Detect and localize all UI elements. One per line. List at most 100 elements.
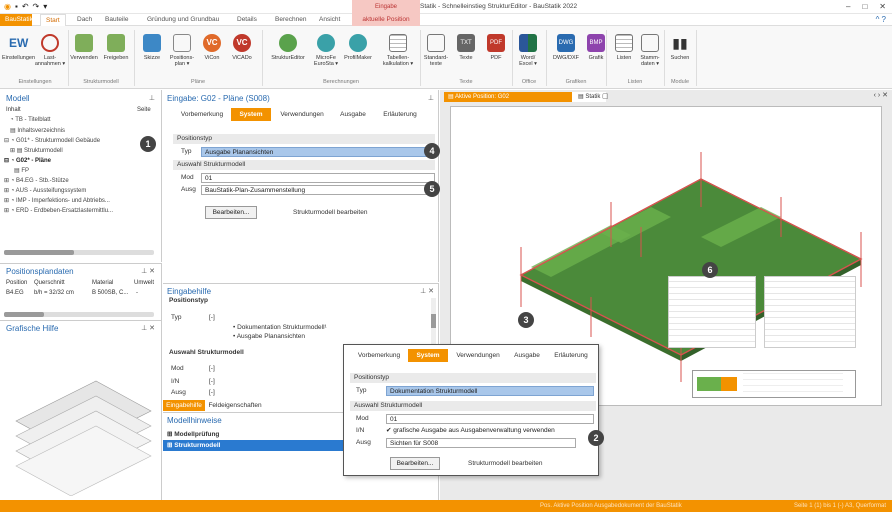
tab-aktive-position[interactable]: ▤ Aktive Position: G02	[444, 92, 572, 102]
hint-item-modellpruefung[interactable]: ⊞ Modellprüfung	[167, 430, 219, 438]
tree-item[interactable]: ◔ TB - Titelblatt	[10, 117, 51, 123]
help-icon[interactable]: ^ ?	[876, 15, 886, 24]
scrollbar-thumb[interactable]	[431, 314, 436, 328]
pin-close-icon[interactable]: ⊥ ✕	[141, 324, 155, 332]
view-nav-icons[interactable]: ‹ › ✕	[874, 91, 888, 99]
freigeben-button[interactable]: Freigeben	[100, 34, 132, 61]
cell-querschnitt[interactable]: b/h = 32/32 cm	[34, 290, 74, 296]
title-bar: ◉ ▪ ↶ ↷ ▾ Statik - Schnelleinstieg Struk…	[0, 0, 892, 14]
popup-typ-select[interactable]: Dokumentation Strukturmodell	[386, 386, 594, 396]
tab-details[interactable]: Details	[232, 14, 262, 26]
redo-icon[interactable]: ↷	[33, 2, 40, 11]
dwg-icon: DWG	[557, 34, 575, 52]
tab-ausgabe[interactable]: Ausgabe	[333, 108, 373, 121]
tab-start[interactable]: Start	[40, 14, 66, 26]
help-heading-2: Auswahl Strukturmodell	[169, 349, 244, 356]
help-typ-value: [-]	[209, 314, 215, 321]
master-data-icon	[641, 34, 659, 52]
suchen-button[interactable]: ▮▮ Suchen	[664, 34, 696, 61]
tab-feldeigenschaften[interactable]: Feldeigenschaften	[207, 400, 263, 411]
tree-item-selected[interactable]: ⊟ ◔ G02* - Pläne	[4, 157, 51, 164]
typ-select[interactable]: Ausgabe Planansichten	[201, 147, 435, 157]
tab-aktuelle-position[interactable]: aktuelle Position	[352, 14, 420, 26]
lastannahmen-button[interactable]: Last- annahmen ▾	[34, 34, 66, 67]
popup-tab-vorbemerkung[interactable]: Vorbemerkung	[350, 349, 408, 362]
tree-item[interactable]: ⊞ ▤ Strukturmodell	[10, 147, 63, 154]
undo-icon[interactable]: ↶	[22, 2, 29, 11]
tree-item[interactable]: ▤ Inhaltsverzeichnis	[10, 127, 65, 134]
cell-umwelt[interactable]: -	[136, 290, 138, 296]
horizontal-scrollbar[interactable]	[4, 250, 154, 255]
scrollbar-thumb[interactable]	[4, 250, 74, 255]
edit-caption: Strukturmodell bearbeiten	[293, 209, 368, 216]
pin-icon[interactable]: ⊥	[149, 94, 155, 102]
word-excel-button[interactable]: Word/ Excel ▾	[512, 34, 544, 67]
texte-button[interactable]: TXT Texte	[450, 34, 482, 61]
popup-in-label: I/N	[356, 427, 365, 434]
tree-item[interactable]: ▤ FP	[14, 167, 29, 174]
popup-tab-verwendungen[interactable]: Verwendungen	[450, 349, 506, 362]
microfe-button[interactable]: MicroFe EuroSta ▾	[310, 34, 342, 67]
dwg-dxf-button[interactable]: DWG DWG/DXF	[550, 34, 582, 61]
tree-item[interactable]: ⊞ ◔ B4.EG - Stb.-Stütze	[4, 177, 69, 184]
tab-bauteile[interactable]: Bauteile	[100, 14, 134, 26]
popup-ausg-field[interactable]: Sichten für S008	[386, 438, 576, 448]
tab-eingabehilfe[interactable]: Eingabehilfe	[163, 400, 205, 411]
tree-item[interactable]: ⊟ ◔ G01* - Strukturmodell Gebäude	[4, 137, 100, 144]
positionsplan-button[interactable]: Positions- plan ▾	[166, 34, 198, 67]
einstellungen-button[interactable]: EW Einstellungen	[2, 34, 35, 61]
standardtexte-button[interactable]: Standard- texte	[420, 34, 452, 67]
popup-tab-system[interactable]: System	[408, 349, 448, 362]
new-tab-icon[interactable]: ▢	[602, 92, 609, 100]
tree-item[interactable]: ⊞ ◔ AUS - Aussteifungssystem	[4, 187, 86, 194]
window-title: Statik - Schnelleinstieg StrukturEditor …	[420, 3, 578, 10]
popup-mod-label: Mod	[356, 415, 369, 422]
close-button[interactable]: ✕	[879, 2, 886, 11]
tab-berechnen[interactable]: Berechnen	[270, 14, 311, 26]
verwenden-button[interactable]: Verwenden	[68, 34, 100, 61]
mod-select[interactable]: 01	[201, 173, 435, 183]
tab-dach[interactable]: Dach	[72, 14, 97, 26]
skizze-button[interactable]: Skizze	[136, 34, 168, 61]
popup-in-checkbox[interactable]: ✔ grafische Ausgabe aus Ausgabenverwaltu…	[386, 426, 555, 434]
tab-verwendungen[interactable]: Verwendungen	[273, 108, 331, 121]
pin-icon[interactable]: ⊥	[428, 94, 434, 102]
pin-close-icon[interactable]: ⊥ ✕	[420, 287, 434, 295]
ausg-field[interactable]: BauStatik-Plan-Zusammenstellung	[201, 185, 435, 195]
tree-item[interactable]: ⊞ ◔ IMP - Imperfektions- und Abtriebs...	[4, 197, 110, 204]
popup-tab-ausgabe[interactable]: Ausgabe	[508, 349, 546, 362]
popup-ausg-label: Ausg	[356, 439, 371, 446]
status-text-right: Seite 1 (1) bis 1 (-) A3, Querformat	[793, 503, 886, 509]
popup-bearbeiten-button[interactable]: Bearbeiten...	[390, 457, 440, 470]
minimize-button[interactable]: –	[846, 2, 850, 11]
tabellenkalkulation-button[interactable]: Tabellen- kalkulation ▾	[380, 34, 416, 67]
popup-mod-select[interactable]: 01	[386, 414, 594, 424]
popup-tab-erlaeuterung[interactable]: Erläuterung	[548, 349, 594, 362]
pin-close-icon[interactable]: ⊥ ✕	[141, 267, 155, 275]
stammdaten-button[interactable]: Stamm- daten ▾	[634, 34, 666, 67]
tab-erlaeuterung[interactable]: Erläuterung	[375, 108, 425, 121]
horizontal-scrollbar[interactable]	[4, 312, 154, 317]
maximize-button[interactable]: □	[862, 2, 867, 11]
cell-material[interactable]: B 500SB, C...	[92, 290, 128, 296]
pdf-button[interactable]: PDF PDF	[480, 34, 512, 61]
tab-vorbemerkung[interactable]: Vorbemerkung	[173, 108, 231, 121]
vicon-button[interactable]: VC ViCon	[196, 34, 228, 61]
link-icon	[75, 34, 93, 52]
graphic-help-title: Grafische Hilfe	[6, 324, 59, 333]
vicado-button[interactable]: VC ViCADo	[226, 34, 258, 61]
save-icon[interactable]: ▪	[15, 2, 18, 11]
profilmaker-button[interactable]: ProfilMaker	[340, 34, 376, 61]
tab-system[interactable]: System	[231, 108, 271, 121]
help-typ-label: Typ	[171, 314, 182, 321]
popup-typ-label: Typ	[356, 387, 367, 394]
tree-item[interactable]: ⊞ ◔ ERD - Erdbeben-Ersatzlastermittlu...	[4, 207, 113, 214]
customize-icon[interactable]: ▾	[43, 2, 47, 11]
cell-position[interactable]: B4.EG	[6, 290, 24, 296]
tab-baustatik[interactable]: BauStatik	[0, 14, 33, 26]
tab-gruendung[interactable]: Gründung und Grundbau	[142, 14, 224, 26]
bearbeiten-button[interactable]: Bearbeiten...	[205, 206, 257, 219]
tab-ansicht[interactable]: Ansicht	[314, 14, 345, 26]
scrollbar-thumb[interactable]	[4, 312, 44, 317]
strukturEditor-button[interactable]: StrukturEditor	[268, 34, 308, 61]
